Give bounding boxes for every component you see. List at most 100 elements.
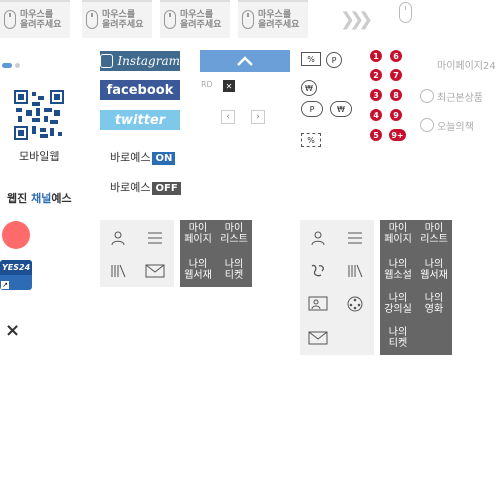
facebook-button[interactable]: facebook (100, 80, 180, 100)
number-badge-4: 4 (370, 109, 382, 121)
user-icon (311, 231, 325, 246)
menu-icon (348, 232, 362, 244)
library-icon (348, 264, 363, 278)
indicator-active[interactable] (2, 63, 12, 68)
number-badge-1: 1 (370, 50, 382, 62)
number-badge-3: 3 (370, 89, 382, 101)
facebook-label: facebook (106, 82, 174, 98)
twitter-button[interactable]: twitter (100, 110, 180, 130)
hint-text-2: 올려주세요 (180, 20, 222, 30)
webnovel-icon-cell[interactable] (300, 253, 336, 289)
mouse-hint-tile-2[interactable]: 마우스를 올려주세요 (82, 0, 152, 38)
my-list-link[interactable]: 마이 리스트 (216, 223, 252, 245)
my-list-link[interactable]: 마이 리스트 (416, 223, 452, 245)
qr-code-icon (14, 90, 64, 140)
my-movie-line1: 나의 (424, 293, 444, 304)
film-reel-icon (347, 296, 363, 312)
toggle-off-badge[interactable]: OFF (152, 182, 181, 195)
mobile-web-label: 모바일웹 (19, 150, 60, 163)
my-page-line2: 페이지 (384, 234, 412, 245)
my-webnovel-line1: 나의 (388, 259, 408, 270)
prev-button[interactable]: ‹ (221, 110, 235, 124)
coral-circle-button[interactable] (2, 221, 30, 249)
my-movie-link[interactable]: 나의 영화 (416, 293, 452, 315)
my-ticket-link[interactable]: 나의 티켓 (380, 327, 416, 349)
chevron-up-icon (237, 56, 253, 66)
library-icon-cell[interactable] (100, 253, 136, 289)
won-plus-icon: ₩ (330, 101, 352, 117)
mouse-icon (4, 10, 16, 29)
my-ticket-link[interactable]: 나의 티켓 (216, 259, 252, 281)
indicator-inactive[interactable] (15, 63, 20, 68)
ghost-menu-item-3: 오늘의책 (437, 122, 474, 133)
hint-text-1: 마우스를 (180, 10, 214, 20)
ticket-icon (308, 331, 328, 345)
number-badge-6: 6 (390, 50, 402, 62)
library-icon-cell[interactable] (337, 253, 373, 289)
my-ticket-line2: 티켓 (224, 270, 244, 281)
toggle-on-badge[interactable]: ON (152, 152, 176, 165)
toggle-label: 바로예스 (110, 181, 151, 194)
user-icon-cell[interactable] (300, 220, 336, 256)
my-movie-line2: 영화 (424, 304, 444, 315)
scroll-up-button[interactable] (200, 50, 290, 72)
channel-suffix: 예스 (51, 192, 72, 205)
channel-prefix: 웹진 (7, 192, 32, 205)
mouse-hint-tile-3[interactable]: 마우스를 올려주세요 (160, 0, 230, 38)
my-page-link[interactable]: 마이 페이지 (180, 223, 216, 245)
my-webnovel-link[interactable]: 나의 웹소설 (380, 259, 416, 281)
hint-text-1: 마우스를 (20, 10, 54, 20)
classroom-icon-cell[interactable] (300, 286, 336, 322)
yes24-shortcut-icon[interactable]: YES24 ↗ (0, 260, 32, 290)
mouse-hint-tile-1[interactable]: 마우스를 올려주세요 (0, 0, 70, 38)
hint-text-2: 올려주세요 (102, 20, 144, 30)
ticket-icon-cell[interactable] (137, 253, 173, 289)
ticket-icon (145, 264, 165, 278)
point-plus-icon: P (301, 101, 323, 117)
my-list-line1: 마이 (424, 223, 444, 234)
my-web-library-link[interactable]: 나의 웹서재 (180, 259, 216, 281)
channel-highlight: 채널 (31, 192, 52, 205)
my-web-library-line1: 나의 (188, 259, 208, 270)
instagram-button[interactable]: Instagram (100, 51, 180, 71)
close-icon[interactable]: × (5, 320, 20, 341)
library-icon (111, 264, 126, 278)
my-web-library-link[interactable]: 나의 웹서재 (416, 259, 452, 281)
user-icon-cell[interactable] (100, 220, 136, 256)
baro-yes-on-toggle[interactable]: 바로예스 ON (110, 149, 176, 165)
number-badge-5: 5 (370, 129, 382, 141)
mouse-hint-tile-4[interactable]: 마우스를 올려주세요 (238, 0, 308, 38)
my-web-library-line1: 나의 (424, 259, 444, 270)
shortcut-arrow-icon: ↗ (1, 281, 9, 289)
hint-text-1: 마우스를 (258, 10, 292, 20)
my-ticket-line1: 나의 (388, 327, 408, 338)
my-page-link[interactable]: 마이 페이지 (380, 223, 416, 245)
my-webnovel-line2: 웹소설 (384, 270, 412, 281)
ghost-menu-item-1: 마이페이지24 (437, 61, 496, 72)
menu-icon (148, 232, 162, 244)
classroom-icon (308, 296, 328, 311)
my-web-library-line2: 웹서재 (420, 270, 448, 281)
number-badge-9: 9 (390, 109, 402, 121)
slider-indicator[interactable] (2, 55, 23, 74)
my-classroom-link[interactable]: 나의 강의실 (380, 293, 416, 315)
number-badge-8: 8 (390, 89, 402, 101)
yes24-logo-text: YES24 (0, 260, 32, 275)
menu-icon-cell[interactable] (137, 220, 173, 256)
webnovel-icon (311, 264, 324, 277)
film-icon-cell[interactable] (337, 286, 373, 322)
menu-icon-cell[interactable] (337, 220, 373, 256)
mouse-icon (164, 10, 176, 29)
clock-icon (420, 89, 434, 103)
hint-text-2: 올려주세요 (20, 20, 62, 30)
my-ticket-line2: 티켓 (388, 338, 408, 349)
baro-yes-off-toggle[interactable]: 바로예스 OFF (110, 179, 181, 195)
channel-yes-logo: 웹진 채널예스 (7, 190, 72, 206)
next-button[interactable]: › (251, 110, 265, 124)
toggle-label: 바로예스 (110, 151, 151, 164)
percent-coupon-icon: % (301, 52, 321, 66)
ticket-icon-cell[interactable] (300, 320, 336, 356)
mouse-scroll-icon (399, 2, 412, 23)
close-x-button[interactable]: ✕ (223, 80, 235, 92)
number-badge-7: 7 (390, 69, 402, 81)
